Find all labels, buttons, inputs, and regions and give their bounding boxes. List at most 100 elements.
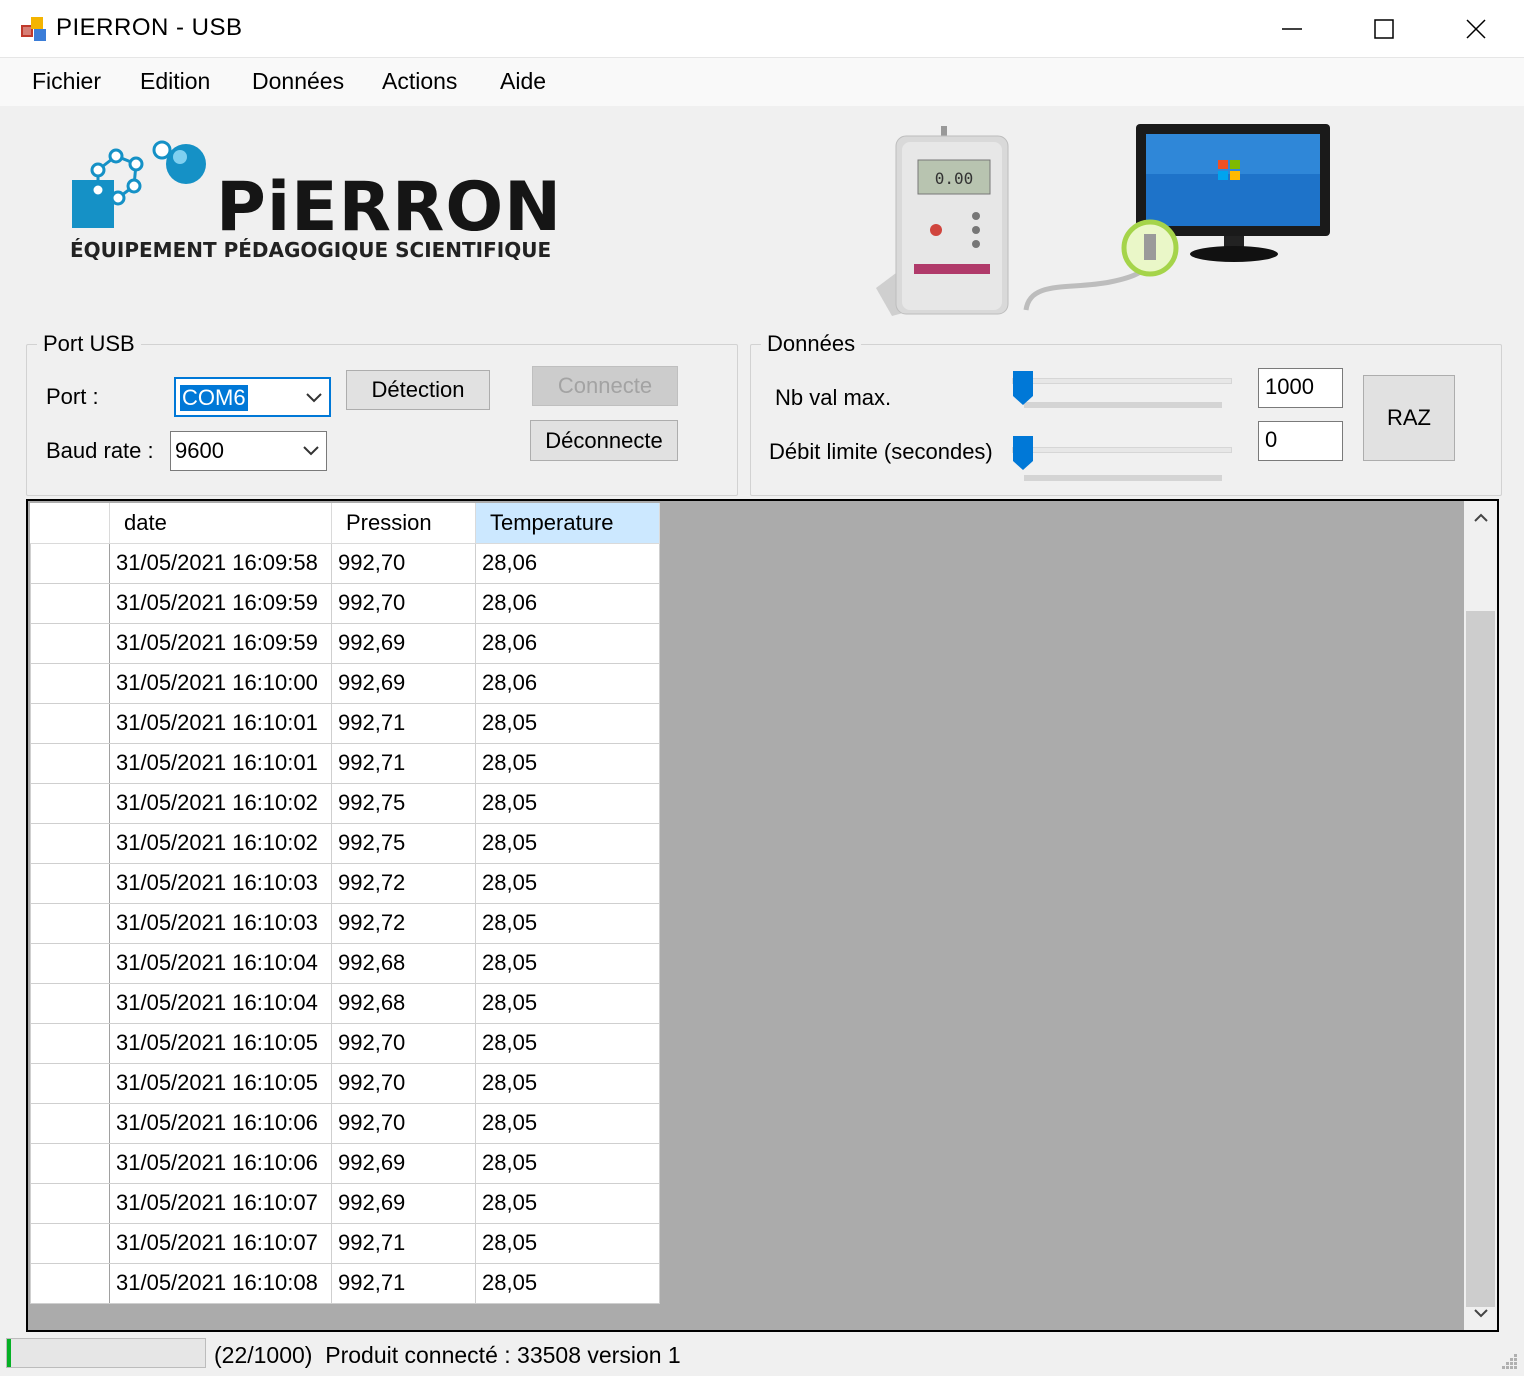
row-header-corner[interactable] [30,503,110,544]
cell-temperature[interactable]: 28,05 [475,862,660,904]
baud-rate-combobox[interactable]: 9600 [170,431,327,471]
slider-thumb[interactable] [1012,370,1034,406]
debit-limite-slider[interactable] [1012,435,1232,485]
cell-pression[interactable]: 992,70 [331,1062,476,1104]
cell-temperature[interactable]: 28,05 [475,1182,660,1224]
resize-grip-icon[interactable] [1498,1350,1518,1370]
cell-temperature[interactable]: 28,05 [475,702,660,744]
data-grid[interactable]: date Pression Temperature 31/05/2021 16:… [26,499,1499,1332]
cell-date[interactable]: 31/05/2021 16:10:01 [109,702,332,744]
row-header[interactable] [30,582,110,624]
cell-temperature[interactable]: 28,05 [475,902,660,944]
cell-date[interactable]: 31/05/2021 16:10:08 [109,1262,332,1304]
row-header[interactable] [30,902,110,944]
vertical-scrollbar[interactable] [1464,501,1497,1330]
menu-actions[interactable]: Actions [382,68,457,95]
cell-pression[interactable]: 992,70 [331,542,476,584]
cell-pression[interactable]: 992,70 [331,1022,476,1064]
cell-pression[interactable]: 992,72 [331,902,476,944]
cell-pression[interactable]: 992,70 [331,1102,476,1144]
row-header[interactable] [30,982,110,1024]
connect-button[interactable]: Connecte [532,366,678,406]
column-header-pression[interactable]: Pression [331,503,476,544]
cell-pression[interactable]: 992,71 [331,702,476,744]
cell-temperature[interactable]: 28,05 [475,782,660,824]
scroll-up-button[interactable] [1464,501,1497,535]
column-header-date[interactable]: date [109,503,332,544]
cell-temperature[interactable]: 28,05 [475,1142,660,1184]
cell-temperature[interactable]: 28,05 [475,982,660,1024]
cell-date[interactable]: 31/05/2021 16:10:05 [109,1022,332,1064]
scroll-down-button[interactable] [1464,1296,1497,1330]
table-row[interactable]: 31/05/2021 16:09:58 992,70 28,06 [30,542,660,584]
cell-date[interactable]: 31/05/2021 16:10:03 [109,862,332,904]
row-header[interactable] [30,1182,110,1224]
cell-date[interactable]: 31/05/2021 16:09:59 [109,582,332,624]
cell-pression[interactable]: 992,71 [331,742,476,784]
debit-limite-input[interactable]: 0 [1258,421,1343,461]
table-row[interactable]: 31/05/2021 16:10:02 992,75 28,05 [30,782,660,824]
slider-thumb[interactable] [1012,435,1034,471]
cell-pression[interactable]: 992,68 [331,982,476,1024]
cell-date[interactable]: 31/05/2021 16:10:02 [109,822,332,864]
table-row[interactable]: 31/05/2021 16:10:03 992,72 28,05 [30,862,660,904]
table-row[interactable]: 31/05/2021 16:10:07 992,71 28,05 [30,1222,660,1264]
cell-pression[interactable]: 992,71 [331,1222,476,1264]
table-row[interactable]: 31/05/2021 16:10:01 992,71 28,05 [30,742,660,784]
cell-date[interactable]: 31/05/2021 16:09:58 [109,542,332,584]
table-row[interactable]: 31/05/2021 16:10:00 992,69 28,06 [30,662,660,704]
cell-temperature[interactable]: 28,06 [475,662,660,704]
row-header[interactable] [30,1062,110,1104]
menu-fichier[interactable]: Fichier [32,68,101,95]
table-row[interactable]: 31/05/2021 16:10:02 992,75 28,05 [30,822,660,864]
cell-pression[interactable]: 992,75 [331,822,476,864]
cell-temperature[interactable]: 28,05 [475,1022,660,1064]
row-header[interactable] [30,622,110,664]
row-header[interactable] [30,742,110,784]
cell-pression[interactable]: 992,70 [331,582,476,624]
raz-button[interactable]: RAZ [1363,375,1455,461]
table-row[interactable]: 31/05/2021 16:10:01 992,71 28,05 [30,702,660,744]
menu-donnees[interactable]: Données [252,68,344,95]
cell-date[interactable]: 31/05/2021 16:10:06 [109,1102,332,1144]
cell-temperature[interactable]: 28,06 [475,582,660,624]
table-row[interactable]: 31/05/2021 16:10:05 992,70 28,05 [30,1022,660,1064]
cell-date[interactable]: 31/05/2021 16:10:02 [109,782,332,824]
cell-date[interactable]: 31/05/2021 16:10:04 [109,942,332,984]
cell-pression[interactable]: 992,69 [331,1182,476,1224]
cell-pression[interactable]: 992,75 [331,782,476,824]
row-header[interactable] [30,702,110,744]
row-header[interactable] [30,942,110,984]
table-row[interactable]: 31/05/2021 16:10:05 992,70 28,05 [30,1062,660,1104]
table-row[interactable]: 31/05/2021 16:10:03 992,72 28,05 [30,902,660,944]
row-header[interactable] [30,782,110,824]
cell-temperature[interactable]: 28,05 [475,1102,660,1144]
cell-pression[interactable]: 992,68 [331,942,476,984]
menu-aide[interactable]: Aide [500,68,546,95]
cell-temperature[interactable]: 28,05 [475,742,660,784]
menu-edition[interactable]: Edition [140,68,210,95]
row-header[interactable] [30,542,110,584]
row-header[interactable] [30,1262,110,1304]
table-row[interactable]: 31/05/2021 16:10:08 992,71 28,05 [30,1262,660,1304]
cell-date[interactable]: 31/05/2021 16:09:59 [109,622,332,664]
cell-date[interactable]: 31/05/2021 16:10:06 [109,1142,332,1184]
table-row[interactable]: 31/05/2021 16:10:07 992,69 28,05 [30,1182,660,1224]
maximize-button[interactable] [1338,0,1430,58]
cell-temperature[interactable]: 28,05 [475,1062,660,1104]
cell-pression[interactable]: 992,71 [331,1262,476,1304]
cell-date[interactable]: 31/05/2021 16:10:04 [109,982,332,1024]
cell-date[interactable]: 31/05/2021 16:10:03 [109,902,332,944]
row-header[interactable] [30,822,110,864]
row-header[interactable] [30,662,110,704]
cell-temperature[interactable]: 28,05 [475,1262,660,1304]
table-row[interactable]: 31/05/2021 16:10:04 992,68 28,05 [30,942,660,984]
cell-temperature[interactable]: 28,05 [475,942,660,984]
table-row[interactable]: 31/05/2021 16:10:04 992,68 28,05 [30,982,660,1024]
cell-pression[interactable]: 992,69 [331,1142,476,1184]
cell-pression[interactable]: 992,69 [331,662,476,704]
disconnect-button[interactable]: Déconnecte [530,420,678,461]
nb-val-max-input[interactable]: 1000 [1258,368,1343,408]
nb-val-max-slider[interactable] [1012,370,1232,420]
table-row[interactable]: 31/05/2021 16:10:06 992,69 28,05 [30,1142,660,1184]
